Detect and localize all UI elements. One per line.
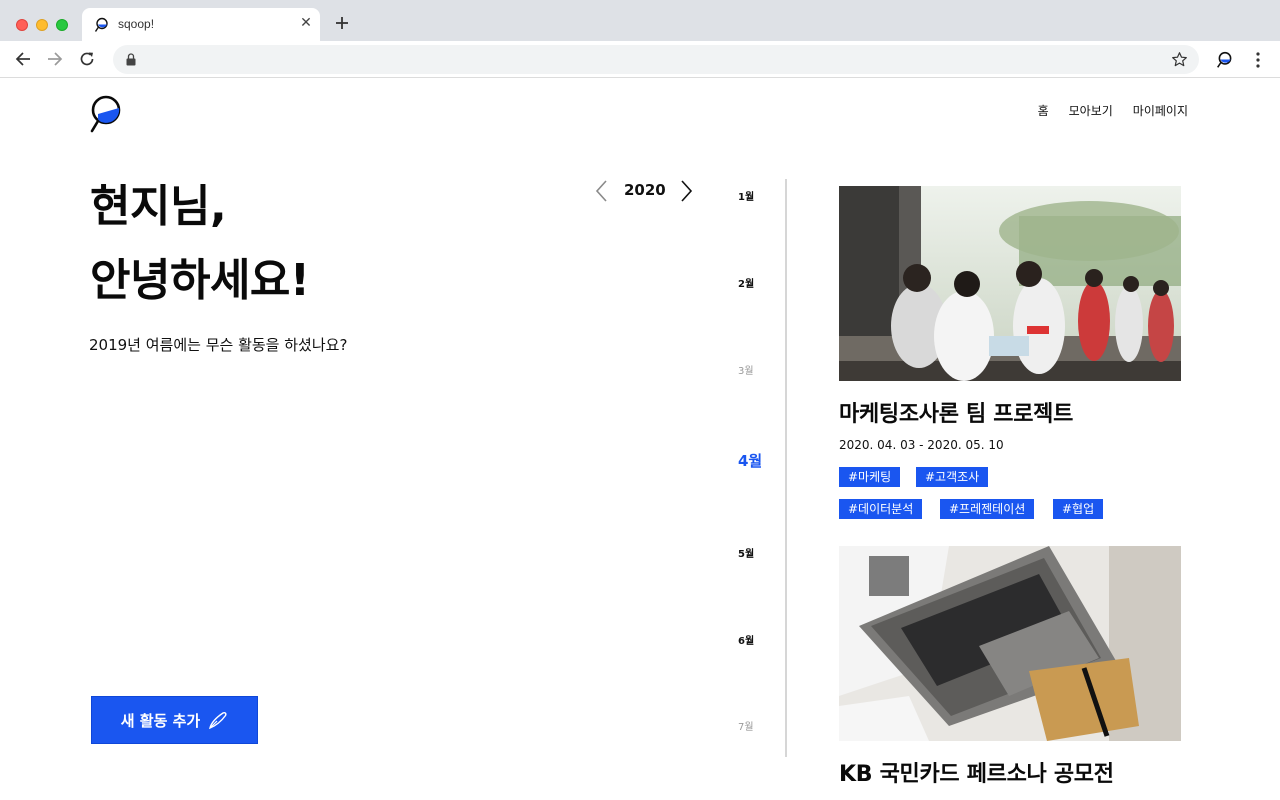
greeting-line-1: 현지님, [90,181,227,232]
month-item-2[interactable]: 2월 [738,275,754,290]
add-activity-label: 새 활동 추가 [120,711,201,730]
minimize-window-button[interactable] [36,19,48,31]
sqoop-extension-icon[interactable] [1216,51,1234,69]
month-item-6[interactable]: 6월 [738,632,754,647]
greeting-line-2: 안녕하세요! [90,255,310,306]
top-navigation: 홈 모아보기 마이페이지 [1038,102,1188,119]
nav-mypage-link[interactable]: 마이페이지 [1133,102,1188,119]
page: 홈 모아보기 마이페이지 현지님, 안녕하세요! 2019년 여름에는 무슨 활… [0,78,1280,800]
browser-chrome: sqoop! ✕ [0,0,1280,78]
activity-card[interactable]: 마케팅조사론 팀 프로젝트 2020. 04. 03 - 2020. 05. 1… [839,186,1181,519]
nav-home-link[interactable]: 홈 [1038,102,1049,119]
tab-title: sqoop! [118,17,155,31]
pen-icon [209,711,227,730]
month-timeline: 1월 2월 3월 4월 5월 6월 7월 [738,78,778,800]
tag-customer-research[interactable]: #고객조사 [916,467,989,487]
browser-toolbar [0,41,1280,78]
tag-collaboration[interactable]: #협업 [1053,499,1104,519]
tag-presentation[interactable]: #프레젠테이션 [940,499,1035,519]
tab-close-icon[interactable]: ✕ [298,15,314,31]
activity-question: 2019년 여름에는 무슨 활동을 하셨나요? [89,336,348,354]
month-item-5[interactable]: 5월 [738,545,754,560]
back-arrow-icon[interactable] [14,50,32,68]
month-item-4[interactable]: 4월 [738,450,762,471]
browser-menu-icon[interactable] [1254,50,1262,70]
tab-strip: sqoop! ✕ [0,0,1280,41]
greeting-heading: 현지님, 안녕하세요! [90,170,310,318]
month-item-7[interactable]: 7월 [738,718,754,733]
nav-browse-link[interactable]: 모아보기 [1069,102,1113,119]
activity-title: KB 국민카드 페르소나 공모전 [839,762,1114,787]
month-item-3[interactable]: 3월 [738,362,754,377]
activity-photo [839,186,1181,381]
bookmark-star-icon[interactable] [1171,51,1188,68]
year-label: 2020 [624,181,666,199]
activity-date: 2020. 04. 03 - 2020. 05. 10 [839,438,1004,452]
close-window-button[interactable] [16,19,28,31]
sqoop-favicon-icon [94,17,108,32]
activity-card[interactable]: KB 국민카드 페르소나 공모전 [839,546,1181,800]
month-item-1[interactable]: 1월 [738,188,754,203]
tag-data-analysis[interactable]: #데이터분석 [839,499,923,519]
tag-marketing[interactable]: #마케팅 [839,467,901,487]
year-navigator: 2020 [594,178,698,204]
activity-title: 마케팅조사론 팀 프로젝트 [839,402,1074,427]
forward-arrow-icon[interactable] [46,50,64,68]
browser-tab[interactable]: sqoop! ✕ [82,8,320,41]
add-activity-button[interactable]: 새 활동 추가 [91,696,258,744]
activity-photo [839,546,1181,741]
lock-icon [126,53,136,66]
timeline-divider [785,179,787,757]
previous-year-chevron-icon[interactable] [594,178,610,204]
new-tab-icon[interactable] [332,13,352,33]
maximize-window-button[interactable] [56,19,68,31]
reload-icon[interactable] [78,50,96,68]
window-controls [16,19,68,31]
address-bar[interactable] [113,45,1199,74]
sqoop-logo[interactable] [89,94,125,134]
next-year-chevron-icon[interactable] [678,178,694,204]
